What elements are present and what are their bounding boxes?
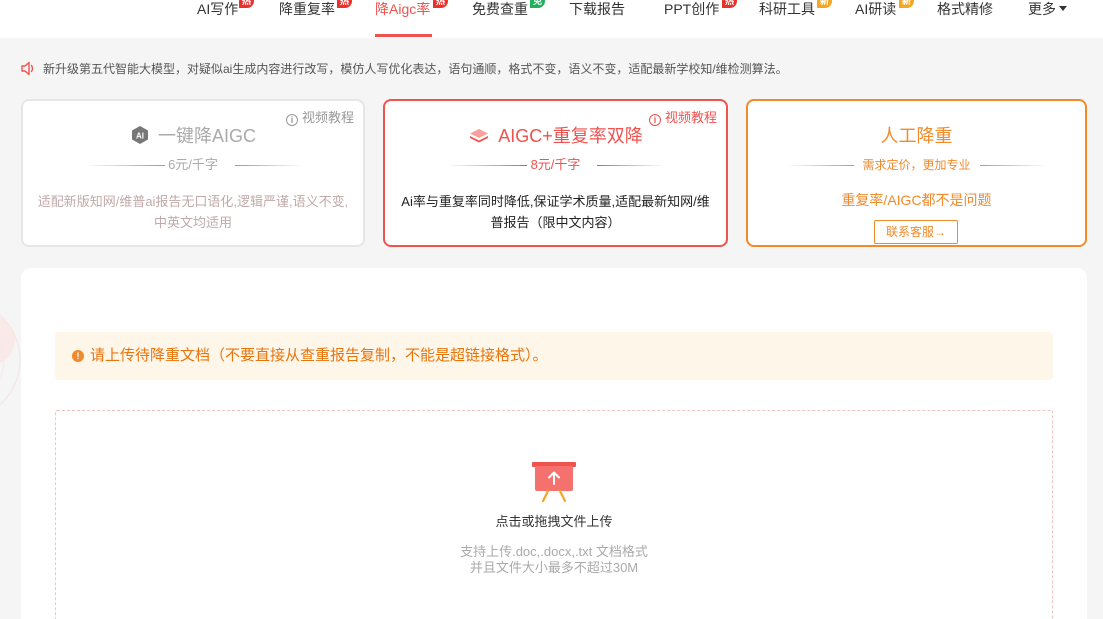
svg-text:AI: AI	[136, 132, 144, 141]
card-one-click-reduce-aigc[interactable]: i 视频教程 AI 一键降AIGC 6元/千字 适配新版知网/维普ai报告无口语化…	[21, 99, 365, 247]
nav-item-label: PPT创作	[664, 1, 720, 17]
upload-hint-line: 支持上传.doc,.docx,.txt 文档格式	[460, 544, 648, 559]
divider-left	[786, 165, 854, 166]
notice-bar: 新升级第五代智能大模型，对疑似ai生成内容进行改写，模仿人写优化表达，语句通顺，…	[20, 60, 788, 78]
hot-badge: 热	[722, 0, 738, 8]
price-row: 6元/千字	[23, 156, 363, 174]
price-row: 8元/千字	[385, 156, 726, 174]
notice-text: 新升级第五代智能大模型，对疑似ai生成内容进行改写，模仿人写优化表达，语句通顺，…	[43, 62, 788, 76]
card-aigc-duplicate-double-reduce[interactable]: i 视频教程 AIGC+重复率双降 8元/千字 Ai率与重复率同时降低,保证学术质…	[383, 99, 728, 247]
divider-left	[447, 165, 527, 166]
new-badge: 新	[817, 0, 833, 8]
file-dropzone[interactable]: 点击或拖拽文件上传 支持上传.doc,.docx,.txt 文档格式 并且文件大…	[55, 410, 1053, 619]
upload-warning: ! 请上传待降重文档（不要直接从查重报告复制，不能是超链接格式）。	[55, 332, 1053, 380]
card-title: AIGC+重复率双降	[385, 125, 726, 150]
contact-support-button[interactable]: 联系客服→	[874, 220, 958, 244]
nav-item-ai-writing[interactable]: AI写作 热	[197, 0, 255, 38]
price-text: 6元/千字	[168, 157, 218, 172]
video-tutorial-label: 视频教程	[664, 110, 717, 125]
nav-item-label: AI写作	[197, 1, 239, 17]
nav-item-label: 降Aigc率	[375, 1, 431, 17]
card-description: 适配新版知网/维普ai报告无口语化,逻辑严谨,语义不变,中英文均适用	[37, 194, 349, 230]
hot-badge: 热	[337, 0, 353, 8]
free-badge: 免	[530, 0, 546, 8]
divider-right	[235, 165, 303, 166]
price-text: 需求定价，更加专业	[862, 158, 971, 172]
nav-item-research-tools[interactable]: 科研工具 新	[759, 0, 833, 38]
speaker-icon	[20, 61, 37, 81]
active-tab-indicator	[375, 34, 432, 37]
info-filled-icon: !	[72, 350, 84, 362]
nav-item-reduce-aigc[interactable]: 降Aigc率 热	[375, 0, 449, 38]
warning-text: 请上传待降重文档（不要直接从查重报告复制，不能是超链接格式）。	[90, 347, 548, 364]
layers-icon	[468, 127, 490, 150]
upload-hint-line: 并且文件大小最多不超过30M	[469, 560, 639, 575]
divider-right	[980, 165, 1048, 166]
card-manual-reduce[interactable]: 人工降重 需求定价，更加专业 重复率/AIGC都不是问题 联系客服→	[746, 99, 1087, 247]
upload-board-icon	[531, 461, 577, 508]
hot-badge: 热	[239, 0, 255, 8]
nav-item-format-refine[interactable]: 格式精修	[937, 0, 993, 38]
card-title-text: 一键降AIGC	[157, 126, 256, 146]
nav-item-label: 科研工具	[759, 1, 815, 17]
nav-item-label: 更多	[1028, 1, 1056, 17]
divider-left	[85, 165, 165, 166]
hot-badge: 热	[433, 0, 449, 8]
price-text: 8元/千字	[530, 157, 581, 172]
upload-hint: 支持上传.doc,.docx,.txt 文档格式 并且文件大小最多不超过30M	[56, 544, 1052, 576]
nav-item-label: 下载报告	[569, 1, 625, 17]
card-title: AI 一键降AIGC	[23, 125, 363, 150]
video-tutorial-link[interactable]: i 视频教程	[285, 110, 354, 126]
card-description: Ai率与重复率同时降低,保证学术质量,适配最新知网/维普报告（限中文内容）	[401, 194, 710, 230]
nav-item-label: 免费查重	[472, 1, 528, 17]
card-title-text: AIGC+重复率双降	[498, 126, 643, 146]
nav-item-download-report[interactable]: 下载报告	[569, 0, 625, 38]
new-badge: 新	[899, 0, 915, 8]
divider-right	[597, 165, 665, 166]
video-tutorial-link[interactable]: i 视频教程	[648, 110, 717, 126]
card-title: 人工降重	[880, 126, 953, 146]
caret-down-icon	[1059, 6, 1067, 11]
nav-item-free-check[interactable]: 免费查重 免	[472, 0, 546, 38]
nav-item-label: AI研读	[855, 1, 897, 17]
decorative-circles	[0, 314, 21, 406]
nav-item-ai-reading[interactable]: AI研读 新	[855, 0, 915, 38]
price-row: 需求定价，更加专业	[748, 156, 1085, 174]
upload-title: 点击或拖拽文件上传	[495, 514, 613, 529]
ai-chip-icon: AI	[130, 125, 150, 150]
nav-item-label: 格式精修	[937, 1, 993, 17]
nav-item-reduce-duplicate[interactable]: 降重复率 热	[279, 0, 353, 38]
nav-item-label: 降重复率	[279, 1, 335, 17]
nav-item-ppt-creation[interactable]: PPT创作 热	[664, 0, 738, 38]
video-tutorial-label: 视频教程	[301, 110, 354, 125]
card-description: 重复率/AIGC都不是问题	[841, 192, 992, 208]
nav-item-more[interactable]: 更多	[1028, 0, 1067, 38]
top-nav: AI写作 热 降重复率 热 降Aigc率 热 免费查重 免 下载报告 PPT创作…	[0, 0, 1103, 38]
